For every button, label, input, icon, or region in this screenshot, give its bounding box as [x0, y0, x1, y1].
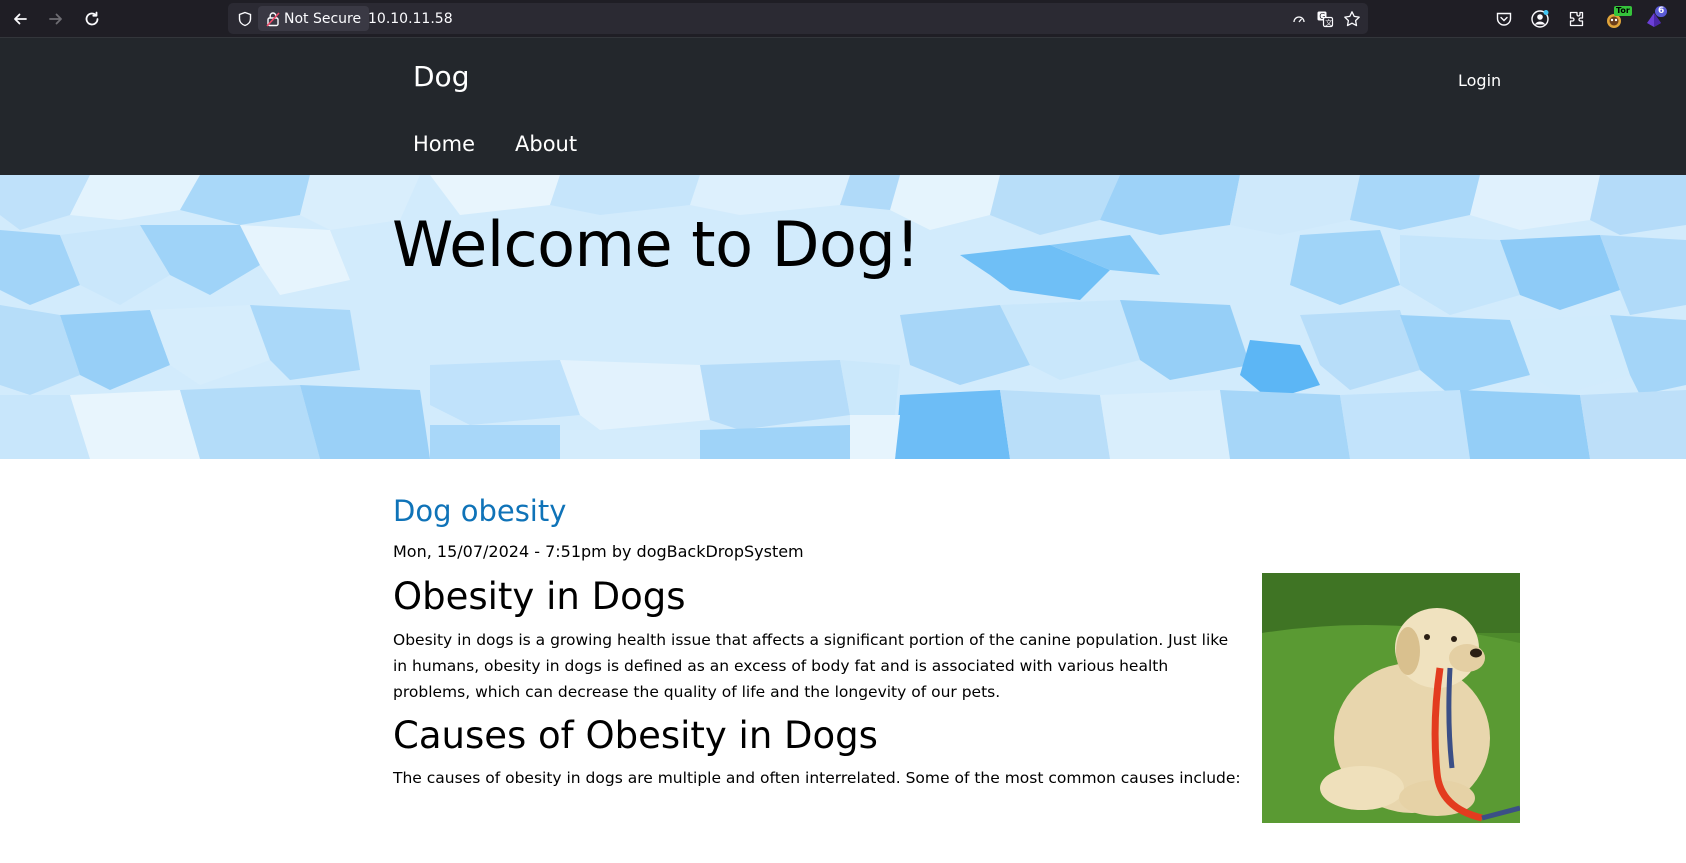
site-header: Dog Login Home About [0, 37, 1686, 175]
url-bar[interactable]: Not Secure 10.10.11.58 G文 [228, 3, 1368, 34]
article-title-link[interactable]: Dog obesity [393, 494, 566, 528]
article-body: Obesity in Dogs Obesity in dogs is a gro… [393, 575, 1243, 801]
menu-item-about[interactable]: About [515, 132, 577, 156]
article-meta: Mon, 15/07/2024 - 7:51pm by dogBackDropS… [393, 542, 804, 561]
translate-icon[interactable]: G文 [1314, 8, 1336, 30]
site-name-link[interactable]: Dog [413, 60, 469, 93]
speed-dial-icon[interactable] [1288, 8, 1310, 30]
back-arrow-icon[interactable] [7, 6, 33, 32]
pocket-icon[interactable] [1491, 6, 1517, 32]
section-heading: Obesity in Dogs [393, 575, 686, 618]
not-secure-badge[interactable]: Not Secure [258, 6, 370, 31]
reload-icon[interactable] [79, 6, 105, 32]
article: Dog obesity Mon, 15/07/2024 - 7:51pm by … [393, 494, 1523, 823]
security-label: Not Secure [284, 10, 362, 27]
main-menu: Home About [413, 132, 617, 156]
account-icon[interactable] [1527, 6, 1553, 32]
tor-extension-icon[interactable]: Tor [1601, 6, 1632, 32]
section-paragraph: Obesity in dogs is a growing health issu… [393, 630, 1229, 701]
extension-purple-icon[interactable]: 6 [1641, 6, 1668, 32]
broken-lock-icon [266, 11, 280, 27]
section-paragraph: The causes of obesity in dogs are multip… [393, 769, 1241, 788]
login-link[interactable]: Login [1458, 71, 1501, 90]
dog-photo [1262, 573, 1520, 823]
menu-item-home[interactable]: Home [413, 132, 475, 156]
hero-title: Welcome to Dog! [392, 208, 920, 281]
section-heading: Causes of Obesity in Dogs [393, 713, 878, 757]
tor-badge: Tor [1614, 6, 1632, 16]
bookmark-star-icon[interactable] [1341, 8, 1363, 30]
extension-count-badge: 6 [1655, 6, 1668, 17]
hero-banner: Welcome to Dog! [0, 175, 1686, 459]
browser-toolbar: Not Secure 10.10.11.58 G文 Tor 6 [0, 0, 1686, 37]
url-text[interactable]: 10.10.11.58 [368, 3, 453, 34]
tracking-shield-icon[interactable] [234, 8, 256, 30]
extensions-icon[interactable] [1563, 6, 1589, 32]
svg-text:文: 文 [1325, 18, 1332, 27]
forward-arrow-icon[interactable] [43, 6, 69, 32]
